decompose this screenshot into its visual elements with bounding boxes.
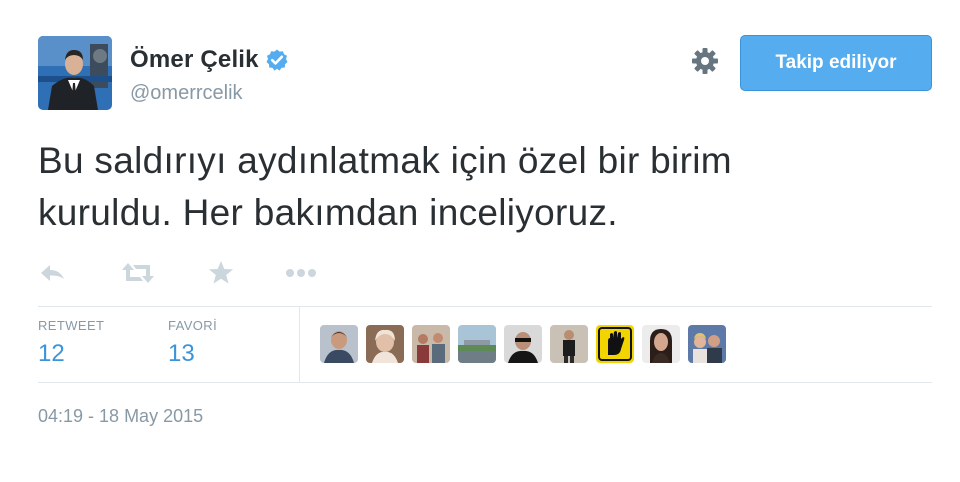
verified-badge-icon [265,48,289,72]
tweet-text-line-2: kuruldu. Her bakımdan inceliyoruz. [38,192,618,233]
avatar-image [38,36,112,110]
gear-icon[interactable] [690,46,720,76]
stats-divider-bottom [38,382,932,383]
favorite-star-icon[interactable] [206,258,236,288]
retweet-stat[interactable]: RETWEET 12 [38,318,104,368]
favoriter-avatar[interactable] [412,325,450,363]
favoriter-avatar[interactable] [596,325,634,363]
stats-divider-top [38,306,932,307]
author-avatar[interactable] [38,36,112,110]
favoriter-avatar[interactable] [550,325,588,363]
author-handle[interactable]: @omerrcelik [130,82,243,105]
following-button[interactable]: Takip ediliyor [740,35,932,91]
retweet-count: 12 [38,340,65,367]
author-display-name[interactable]: Ömer Çelik [130,46,259,74]
tweet-timestamp[interactable]: 04:19 - 18 May 2015 [38,406,203,427]
retweet-stat-label: RETWEET [38,318,105,333]
author-name-row[interactable]: Ömer Çelik [130,45,289,75]
favoriter-avatar[interactable] [504,325,542,363]
tweet-text-line-1: Bu saldırıyı aydınlatmak için özel bir b… [38,140,732,181]
tweet-text: Bu saldırıyı aydınlatmak için özel bir b… [38,135,918,239]
favoriter-avatar[interactable] [688,325,726,363]
favoriter-avatar[interactable] [642,325,680,363]
favoriters-avatar-list [320,325,734,363]
favorite-stat[interactable]: FAVORİ 13 [168,318,217,368]
retweet-icon[interactable] [120,258,156,288]
reply-icon[interactable] [38,258,68,288]
more-dots-icon[interactable] [284,258,318,288]
favoriter-avatar[interactable] [366,325,404,363]
favorite-count: 13 [168,340,195,367]
stats-divider-vertical [299,307,300,382]
favoriter-avatar[interactable] [458,325,496,363]
favoriter-avatar[interactable] [320,325,358,363]
favorite-stat-label: FAVORİ [168,318,218,333]
tweet-actions [38,258,318,288]
